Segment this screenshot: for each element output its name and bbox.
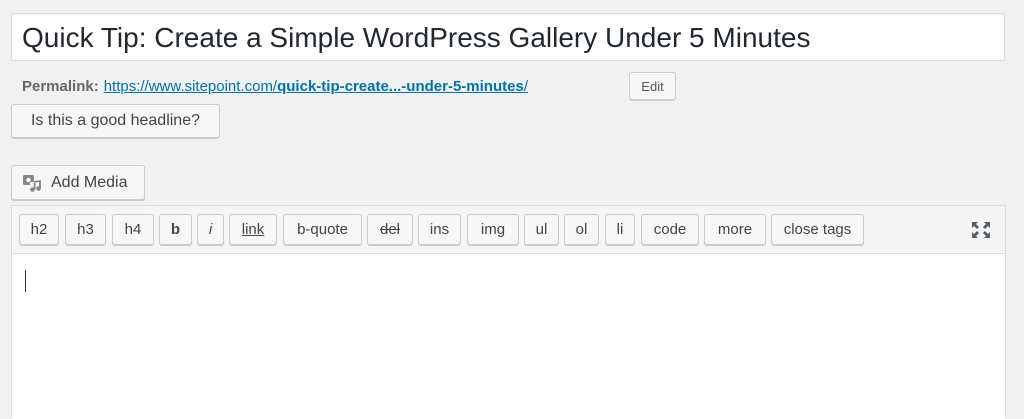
add-media-button[interactable]: Add Media (11, 165, 145, 200)
qt-del-button[interactable]: del (367, 214, 413, 245)
permalink-url-slug: quick-tip-create...-under-5-minutes (277, 77, 524, 95)
qt-more-button[interactable]: more (704, 214, 766, 245)
permalink-label: Permalink: (22, 77, 99, 95)
qt-bold-button[interactable]: b (159, 214, 192, 245)
qt-h3-button[interactable]: h3 (65, 214, 106, 245)
permalink-link[interactable]: https://www.sitepoint.com/quick-tip-crea… (104, 78, 528, 95)
qt-close-tags-label: close tags (783, 221, 852, 238)
qt-ol-label: ol (575, 221, 588, 238)
qt-h2-label: h2 (30, 221, 48, 238)
headline-check-button[interactable]: Is this a good headline? (11, 104, 220, 138)
permalink-url-end: / (523, 77, 528, 95)
qt-h3-label: h3 (77, 221, 94, 238)
text-editor: h2 h3 h4 b i link b-quote del ins img ul… (11, 205, 1006, 419)
qt-h4-button[interactable]: h4 (112, 214, 154, 245)
qt-li-button[interactable]: li (605, 214, 635, 245)
qt-italic-label: i (208, 221, 213, 238)
qt-ul-label: ul (535, 221, 548, 238)
qt-del-label: del (379, 221, 401, 238)
qt-italic-button[interactable]: i (197, 214, 224, 245)
qt-h2-button[interactable]: h2 (19, 214, 59, 245)
qt-h4-label: h4 (124, 221, 142, 238)
qt-ul-button[interactable]: ul (524, 214, 559, 245)
fullscreen-icon[interactable] (970, 220, 992, 240)
qt-code-label: code (653, 221, 687, 238)
post-title-text: Quick Tip: Create a Simple WordPress Gal… (22, 22, 811, 53)
qt-ol-button[interactable]: ol (564, 214, 599, 245)
qt-ins-button[interactable]: ins (418, 214, 461, 245)
text-cursor (25, 270, 26, 292)
media-icon (22, 173, 44, 193)
qt-img-button[interactable]: img (467, 214, 519, 245)
edit-permalink-button[interactable]: Edit (629, 72, 676, 100)
qt-ins-label: ins (429, 221, 450, 238)
post-title-input[interactable]: Quick Tip: Create a Simple WordPress Gal… (11, 13, 1005, 61)
post-content-textarea[interactable] (12, 254, 1005, 419)
qt-code-button[interactable]: code (641, 214, 699, 245)
qt-bquote-button[interactable]: b-quote (283, 214, 362, 245)
permalink-row: Permalink: https://www.sitepoint.com/qui… (22, 72, 528, 100)
qt-link-button[interactable]: link (229, 214, 277, 245)
qt-bold-label: b (170, 221, 181, 238)
qt-close-tags-button[interactable]: close tags (771, 214, 864, 245)
qt-more-label: more (717, 221, 753, 238)
permalink-url-base: https://www.sitepoint.com/ (103, 77, 278, 95)
qt-img-label: img (480, 221, 506, 238)
qt-link-label: link (241, 221, 265, 238)
qt-li-label: li (616, 221, 624, 238)
quicktags-toolbar: h2 h3 h4 b i link b-quote del ins img ul… (12, 206, 1005, 254)
add-media-label: Add Media (51, 173, 128, 191)
qt-bquote-label: b-quote (297, 221, 348, 238)
